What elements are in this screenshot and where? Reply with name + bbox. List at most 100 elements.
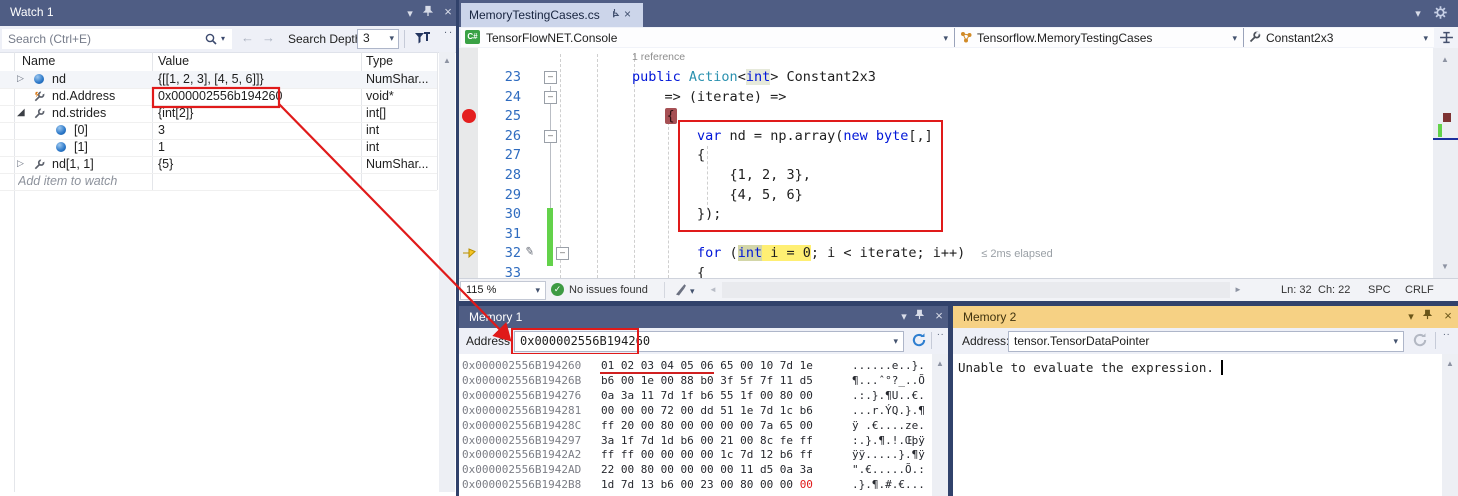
code-text[interactable]: public Action<int> Constant2x3	[632, 69, 876, 85]
memory-hex-bytes[interactable]: 22 00 80 00 00 00 00 11 d5 0a 3a	[601, 463, 813, 476]
reference-count-label[interactable]: 1 reference	[632, 51, 685, 63]
code-text[interactable]: => (iterate) =>	[665, 89, 787, 105]
watch-row-name[interactable]: [0]	[74, 123, 88, 137]
memory-hex-bytes[interactable]: 0a 3a 11 7d 1f b6 55 1f 00 80 00	[601, 389, 813, 402]
code-line[interactable]: 24–=> (iterate) =>	[459, 87, 1433, 107]
expander-collapsed-icon[interactable]: ▷	[17, 73, 24, 84]
code-area[interactable]: 1 reference 23–public Action<int> Consta…	[459, 48, 1433, 278]
memory-hex-bytes[interactable]: b6 00 1e 00 88 b0 3f 5f 7f 11 d5	[601, 374, 813, 387]
expander-expanded-icon[interactable]: ◢	[17, 107, 25, 118]
toolbar-overflow-icon[interactable]: ..	[937, 327, 945, 338]
project-dropdown[interactable]: C# TensorFlowNET.Console ▾	[461, 28, 955, 47]
search-back-icon[interactable]: ←	[241, 30, 254, 45]
col-name[interactable]: Name	[22, 54, 55, 68]
code-line[interactable]: 33{	[459, 263, 1433, 278]
code-line[interactable]: 30});	[459, 204, 1433, 224]
watch-add-item-row[interactable]: Add item to watch	[0, 173, 437, 191]
member-dropdown[interactable]: Constant2x3 ▾	[1244, 28, 1434, 47]
search-forward-icon[interactable]: →	[262, 30, 275, 45]
watch-row[interactable]: ▷nd{[[1, 2, 3], [4, 5, 6]]}NumShar...	[0, 71, 437, 89]
code-text[interactable]: for (int i = 0; i < iterate; i++)≤ 2ms e…	[697, 245, 1053, 261]
watch-row[interactable]: ▷nd[1, 1]{5}NumShar...	[0, 156, 437, 174]
watch-row-value[interactable]: {[[1, 2, 3], [4, 5, 6]]}	[158, 72, 358, 86]
perf-tip-label[interactable]: ≤ 2ms elapsed	[981, 248, 1052, 260]
code-text[interactable]: {	[665, 108, 677, 124]
search-options-dropdown-icon[interactable]: ▾	[221, 34, 225, 43]
type-dropdown[interactable]: Tensorflow.MemoryTestingCases ▾	[955, 28, 1244, 47]
hscroll-left-icon[interactable]: ◄	[709, 285, 717, 294]
code-line[interactable]: 26–var nd = np.array(new byte[,]	[459, 126, 1433, 146]
code-line[interactable]: 28{1, 2, 3},	[459, 165, 1433, 185]
search-input[interactable]: Search (Ctrl+E) ▾	[2, 29, 232, 49]
watch-row-value[interactable]: 0x000002556b194260	[158, 89, 358, 103]
memory1-titlebar[interactable]: Memory 1 ▾ ×	[459, 306, 948, 328]
toolbar-overflow-icon[interactable]: ..	[1443, 327, 1451, 338]
code-cleanup-icon[interactable]	[673, 282, 687, 297]
fold-collapse-box[interactable]: –	[544, 71, 557, 84]
memory1-content[interactable]: 0x000002556B19426001 02 03 04 05 06 65 0…	[459, 354, 932, 496]
watch-row[interactable]: ◢nd.strides{int[2]}int[]	[0, 105, 437, 123]
col-value[interactable]: Value	[158, 54, 189, 68]
watch-row-value[interactable]: {int[2]}	[158, 106, 358, 120]
watch-titlebar[interactable]: Watch 1 ▾ ×	[0, 0, 456, 26]
close-icon[interactable]: ×	[440, 4, 456, 20]
issues-label[interactable]: No issues found	[569, 284, 648, 296]
watch-row-value[interactable]: 3	[158, 123, 358, 137]
watch-row-value[interactable]: 1	[158, 140, 358, 154]
tab-close-icon[interactable]: ×	[624, 7, 631, 21]
chevron-down-icon[interactable]: ▾	[1232, 33, 1237, 44]
watch-row-name[interactable]: nd.strides	[52, 106, 106, 120]
window-menu-icon[interactable]: ▾	[402, 6, 418, 22]
watch-row[interactable]: [1]1int	[0, 139, 437, 157]
chevron-down-icon[interactable]: ▾	[1393, 336, 1398, 347]
pin-icon[interactable]	[1422, 309, 1438, 325]
expander-collapsed-icon[interactable]: ▷	[17, 158, 24, 169]
close-icon[interactable]: ×	[1440, 308, 1456, 324]
memory2-titlebar[interactable]: Memory 2 ▾ ×	[953, 306, 1458, 328]
watch-row[interactable]: nd.Address0x000002556b194260void*	[0, 88, 437, 106]
chevron-down-icon[interactable]: ▾	[893, 336, 898, 347]
zoom-select[interactable]: 115 % ▾	[460, 281, 546, 300]
memory-hex-bytes[interactable]: 00 00 00 72 00 dd 51 1e 7d 1c b6	[601, 404, 813, 417]
code-line[interactable]: 32✎–for (int i = 0; i < iterate; i++)≤ 2…	[459, 243, 1433, 263]
memory-hex-bytes[interactable]: ff ff 00 00 00 00 1c 7d 12 b6 ff	[601, 448, 813, 461]
refresh-icon[interactable]	[911, 332, 927, 348]
gear-icon[interactable]	[1433, 5, 1448, 20]
window-menu-icon[interactable]: ▾	[896, 309, 912, 325]
chevron-down-icon[interactable]: ▾	[1423, 33, 1428, 44]
memory1-scrollbar[interactable]: ▲	[932, 354, 948, 496]
address-input[interactable]: tensor.TensorDataPointer ▾	[1008, 331, 1404, 352]
pin-icon[interactable]	[422, 5, 438, 21]
search-depth-select[interactable]: 3 ▾	[357, 29, 399, 49]
editor-vscrollbar[interactable]: ▲ ▼	[1433, 48, 1458, 278]
memory-hex-changed-byte[interactable]: 00	[800, 478, 813, 491]
hscroll-track[interactable]	[722, 282, 1230, 298]
watch-scrollbar[interactable]: ▲	[439, 52, 455, 492]
scroll-up-icon[interactable]: ▲	[1441, 55, 1449, 64]
watch-row-name[interactable]: nd	[52, 72, 66, 86]
watch-row-name[interactable]: nd[1, 1]	[52, 157, 94, 171]
code-line[interactable]: 27{	[459, 145, 1433, 165]
memory2-content[interactable]: Unable to evaluate the expression.	[953, 354, 1442, 496]
col-type[interactable]: Type	[366, 54, 393, 68]
window-menu-icon[interactable]: ▾	[1403, 309, 1419, 325]
memory-hex-bytes[interactable]: 3a 1f 7d 1d b6 00 21 00 8c fe ff	[601, 434, 813, 447]
chevron-down-icon[interactable]: ▾	[389, 33, 394, 44]
memory-hex-bytes[interactable]: ff 20 00 80 00 00 00 00 7a 65 00	[601, 419, 813, 432]
pin-icon[interactable]	[914, 309, 930, 325]
memory-hex-bytes[interactable]: 1d 7d 13 b6 00 23 00 80 00 00 00	[601, 478, 813, 491]
filter-watch-icon[interactable]	[412, 29, 432, 49]
watch-row[interactable]: [0]3int	[0, 122, 437, 140]
code-line[interactable]: 29{4, 5, 6}	[459, 185, 1433, 205]
memory2-scrollbar[interactable]: ▲	[1442, 354, 1458, 496]
fold-collapse-box[interactable]: –	[544, 91, 557, 104]
chevron-down-icon[interactable]: ▾	[943, 33, 948, 44]
issues-check-icon[interactable]: ✓	[551, 283, 564, 296]
fold-collapse-box[interactable]: –	[544, 130, 557, 143]
code-line[interactable]: 31	[459, 224, 1433, 244]
chevron-down-icon[interactable]: ▾	[690, 286, 695, 297]
toolbar-overflow-icon[interactable]: ..	[444, 24, 454, 36]
code-line[interactable]: 23–public Action<int> Constant2x3	[459, 67, 1433, 87]
search-icon[interactable]	[204, 32, 218, 46]
scroll-up-icon[interactable]: ▲	[1446, 359, 1454, 368]
